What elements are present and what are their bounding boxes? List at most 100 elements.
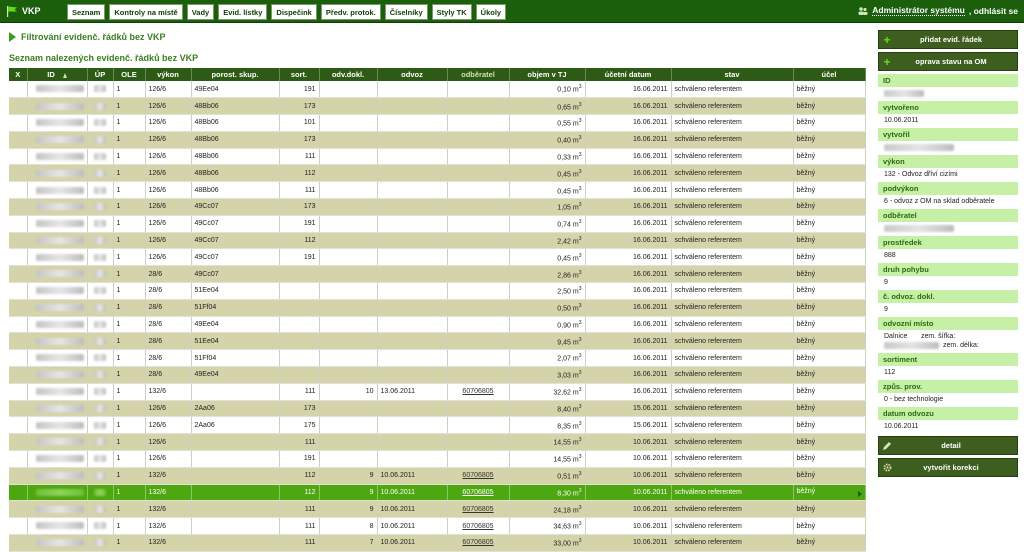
column-header-13[interactable]: účel: [793, 68, 866, 81]
redacted-value: [94, 539, 106, 547]
table-row[interactable]: 1 126/6 49Cc07 112 2,42 m3 16.06.2011 schválen…: [9, 232, 866, 250]
column-header-5[interactable]: porost. skup.: [191, 68, 280, 81]
cell-id: [27, 433, 88, 452]
cell-skup: [191, 433, 280, 452]
table-row[interactable]: 1 28/6 49Ee04 3,03 m3 16.06.2011 schváleno re…: [9, 366, 866, 384]
cell-ucel: běžný: [793, 484, 866, 502]
customer-link[interactable]: 60706805: [462, 489, 493, 496]
customer-link[interactable]: 60706805: [462, 539, 493, 546]
fix-state-button[interactable]: + oprava stavu na OM: [878, 52, 1018, 71]
cell-id: [27, 215, 88, 233]
field-label: ID: [878, 74, 1018, 87]
cell-odberatel: [447, 215, 510, 233]
table-row[interactable]: 1 126/6 49Cc07 173 1,05 m3 16.06.2011 schválen…: [9, 198, 866, 216]
cell-sort: 173: [279, 97, 320, 116]
table-row[interactable]: 1 126/6 2Aa06 173 8,40 m3 15.06.2011 schváleno…: [9, 400, 866, 418]
table-row[interactable]: 1 126/6 2Aa06 175 8,35 m3 15.06.2011 schváleno…: [9, 416, 866, 435]
nav-item-7[interactable]: Styly TK: [431, 4, 472, 20]
table-row[interactable]: 1 132/6 111 8 10.06.2011 60706805 34,63 m3 10.0…: [9, 517, 866, 536]
table-row[interactable]: 1 132/6 112 9 10.06.2011 60706805 8,30 m3 10.06…: [9, 484, 866, 502]
column-header-2[interactable]: ÚP: [87, 68, 114, 81]
cell-up: [87, 534, 114, 552]
nav-item-3[interactable]: Evid. lístky: [218, 4, 268, 20]
column-header-3[interactable]: OLE: [113, 68, 146, 81]
user-name-link[interactable]: Administrátor systému: [872, 5, 965, 16]
customer-link[interactable]: 60706805: [462, 472, 493, 479]
column-header-10[interactable]: objem v TJ: [509, 68, 586, 81]
column-header-9[interactable]: odběratel: [447, 68, 510, 81]
filter-toggle[interactable]: Filtrování evidenč. řádků bez VKP: [9, 30, 865, 44]
table-row[interactable]: 1 28/6 49Cc07 2,86 m3 16.06.2011 schváleno re…: [9, 265, 866, 284]
volume-value: 0,65: [557, 103, 571, 111]
column-header-label: sort.: [290, 70, 308, 79]
table-row[interactable]: 1 132/6 111 10 13.06.2011 60706805 32,62 m3 16.…: [9, 383, 866, 401]
table-row[interactable]: 1 132/6 111 9 10.06.2011 60706805 24,18 m3 10.0…: [9, 500, 866, 519]
table-row[interactable]: 1 126/6 48Bb06 111 0,33 m3 16.06.2011 schválen…: [9, 148, 866, 166]
column-header-7[interactable]: odv.dokl.: [319, 68, 378, 81]
table-row[interactable]: 1 28/6 51Ee04 9,45 m3 16.06.2011 schváleno re…: [9, 332, 866, 351]
nav-item-6[interactable]: Číselníky: [384, 4, 428, 20]
redacted-value: [94, 169, 106, 177]
table-row[interactable]: 1 28/6 51Ff04 2,07 m3 16.06.2011 schváleno re…: [9, 349, 866, 368]
logout-link[interactable]: , odhlásit se: [969, 6, 1018, 16]
table-row[interactable]: 1 126/6 48Bb06 101 0,55 m3 16.06.2011 schválen…: [9, 114, 866, 132]
table-row[interactable]: 1 126/6 111 14,55 m3 10.06.2011 schváleno ref…: [9, 433, 866, 452]
nav-item-2[interactable]: Vady: [186, 4, 215, 20]
cell-objem: 8,30 m3: [509, 484, 586, 502]
table-row[interactable]: 1 126/6 48Bb06 111 0,45 m3 16.06.2011 schválen…: [9, 181, 866, 200]
detail-button[interactable]: detail: [878, 436, 1018, 455]
create-correction-button[interactable]: vytvořit korekci: [878, 458, 1018, 477]
nav-item-4[interactable]: Dispečink: [271, 4, 317, 20]
table-row[interactable]: 1 126/6 48Bb06 173 0,65 m3 16.06.2011 schválen…: [9, 97, 866, 116]
table-row[interactable]: 1 126/6 191 14,55 m3 10.06.2011 schváleno ref…: [9, 450, 866, 468]
cell-sort: [279, 282, 320, 300]
table-row[interactable]: 1 126/6 49Cc07 191 0,74 m3 16.06.2011 schválen…: [9, 215, 866, 233]
volume-value: 34,63: [553, 523, 571, 531]
value-ucel: běžný: [796, 539, 816, 547]
table-row[interactable]: 1 126/6 49Ee04 191 0,10 m3 16.06.2011 schválen…: [9, 81, 866, 99]
column-header-12[interactable]: stav: [671, 68, 794, 81]
redacted-value: [94, 253, 106, 261]
customer-link[interactable]: 60706805: [462, 523, 493, 530]
value-skup: 49Cc07: [194, 203, 219, 211]
cell-x: [9, 366, 28, 384]
field-value: Dalnice zem. šířka: zem. délka:: [884, 333, 979, 349]
redacted-value: [35, 472, 84, 480]
nav-item-1[interactable]: Kontroly na místě: [109, 4, 183, 20]
cell-objem: 14,55 m3: [509, 450, 586, 468]
cell-datum: 16.06.2011: [585, 349, 672, 368]
column-header-0[interactable]: X: [9, 68, 28, 81]
nav-item-0[interactable]: Seznam: [67, 4, 106, 20]
cell-id: [27, 500, 88, 519]
nav-item-5[interactable]: Předv. protok.: [320, 4, 381, 20]
customer-link[interactable]: 60706805: [462, 388, 493, 395]
customer-link[interactable]: 60706805: [462, 506, 493, 513]
table-row[interactable]: 1 28/6 49Ee04 0,90 m3 16.06.2011 schváleno re…: [9, 316, 866, 334]
value-sort: 112: [304, 472, 316, 480]
table-row[interactable]: 1 28/6 51Ff04 0,50 m3 16.06.2011 schváleno re…: [9, 299, 866, 317]
value-ucel: běžný: [796, 321, 816, 329]
column-header-8[interactable]: odvoz: [377, 68, 448, 81]
column-header-1[interactable]: ID: [27, 68, 88, 81]
cell-ucel: běžný: [793, 534, 866, 552]
table-row[interactable]: 1 132/6 112 9 10.06.2011 60706805 0,51 m3 10.06…: [9, 467, 866, 485]
cell-id: [27, 316, 88, 334]
table-body: 1 126/6 49Ee04 191 0,10 m3 16.06.2011 schválen…: [9, 81, 866, 552]
cell-skup: 49Cc07: [191, 198, 280, 216]
column-header-4[interactable]: výkon: [145, 68, 192, 81]
value-datum: 16.06.2011: [632, 270, 668, 278]
table-row[interactable]: 1 132/6 111 7 10.06.2011 60706805 33,00 m3 10.0…: [9, 534, 866, 552]
add-record-button[interactable]: + přidat evid. řádek: [878, 30, 1018, 49]
add-record-label: přidat evid. řádek: [919, 35, 983, 44]
app-logo[interactable]: VKP: [6, 3, 41, 19]
value-ucel: běžný: [796, 488, 816, 496]
cell-odvoz: [377, 81, 448, 99]
cell-skup: 2Aa06: [191, 400, 280, 418]
column-header-6[interactable]: sort.: [279, 68, 320, 81]
nav-item-8[interactable]: Úkoly: [475, 4, 507, 20]
table-row[interactable]: 1 126/6 48Bb06 112 0,45 m3 16.06.2011 schválen…: [9, 164, 866, 183]
table-row[interactable]: 1 28/6 51Ee04 2,50 m3 16.06.2011 schváleno re…: [9, 282, 866, 300]
table-row[interactable]: 1 126/6 49Cc07 191 0,45 m3 16.06.2011 schválen…: [9, 248, 866, 267]
column-header-11[interactable]: účetní datum: [585, 68, 672, 81]
table-row[interactable]: 1 126/6 48Bb06 173 0,40 m3 16.06.2011 schválen…: [9, 131, 866, 149]
